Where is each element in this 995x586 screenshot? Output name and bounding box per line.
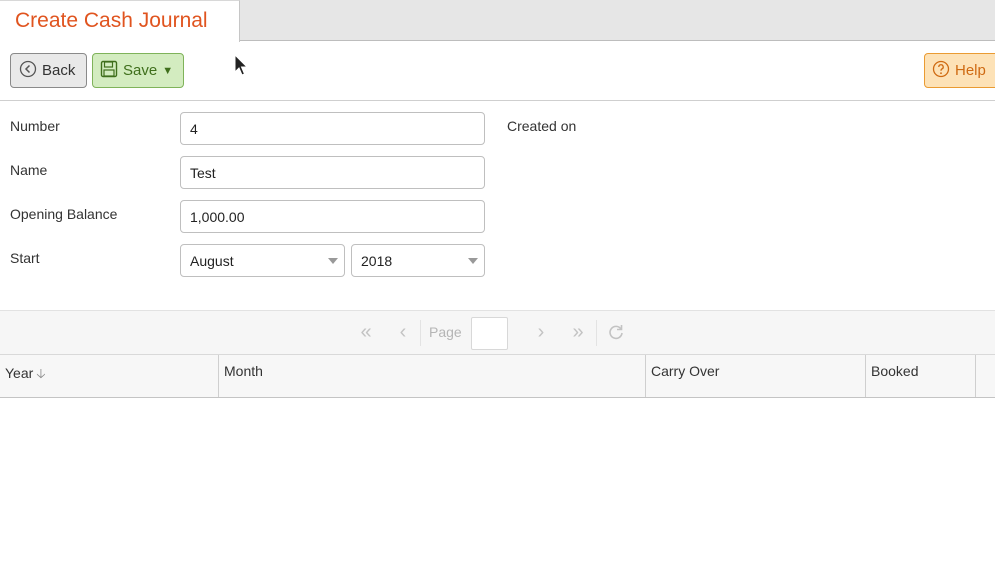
last-page-icon[interactable]: » [563,317,593,349]
back-button[interactable]: Back [10,53,87,88]
dropdown-arrow-icon [328,258,338,264]
column-header-label: Year [5,365,34,381]
pager-separator [596,320,597,346]
column-header-booked[interactable]: Booked [866,355,976,397]
refresh-icon[interactable] [601,317,631,349]
first-page-icon[interactable]: « [351,317,381,349]
tab-bar: Create Cash Journal [0,0,995,42]
start-year-select[interactable]: 2018 [351,244,485,277]
pagination-toolbar: « ‹ Page › » [0,310,995,355]
save-button[interactable]: Save ▼ [92,53,184,88]
opening-balance-label: Opening Balance [10,206,118,222]
column-header-label: Booked [871,363,919,379]
next-page-icon[interactable]: › [526,317,556,349]
back-arrow-icon [19,60,37,82]
save-button-label: Save [123,62,158,79]
name-field[interactable] [180,156,485,189]
name-label: Name [10,162,48,178]
number-label: Number [10,118,60,134]
sort-descending-icon: 🡣 [36,366,46,381]
column-header-carry-over[interactable]: Carry Over [646,355,866,397]
back-button-label: Back [42,62,76,79]
tab-title: Create Cash Journal [15,9,208,32]
page-label: Page [429,324,462,340]
start-month-value: August [190,252,234,269]
start-month-select[interactable]: August [180,244,345,277]
help-button[interactable]: Help [924,53,995,88]
start-year-value: 2018 [361,252,393,269]
opening-balance-field[interactable] [180,200,485,233]
start-label: Start [10,250,40,266]
created-on-label: Created on [507,118,577,134]
help-button-label: Help [955,62,986,79]
question-circle-icon [932,60,950,82]
caret-down-icon[interactable]: ▼ [162,65,173,77]
pager-separator [420,320,421,346]
column-header-month[interactable]: Month [219,355,646,397]
floppy-disk-icon [100,60,118,82]
number-field[interactable] [180,112,485,145]
toolbar: Back Save ▼ Help [0,42,995,101]
column-header-label: Month [224,363,263,379]
dropdown-arrow-icon [468,258,478,264]
column-header-year[interactable]: Year 🡣 [0,355,219,397]
grid-header: Year 🡣 Month Carry Over Booked [0,355,995,398]
previous-page-icon[interactable]: ‹ [388,317,418,349]
page-number-input[interactable] [471,317,508,350]
tab-create-cash-journal[interactable]: Create Cash Journal [0,0,240,42]
mouse-cursor-icon [234,53,249,79]
column-header-label: Carry Over [651,363,720,379]
